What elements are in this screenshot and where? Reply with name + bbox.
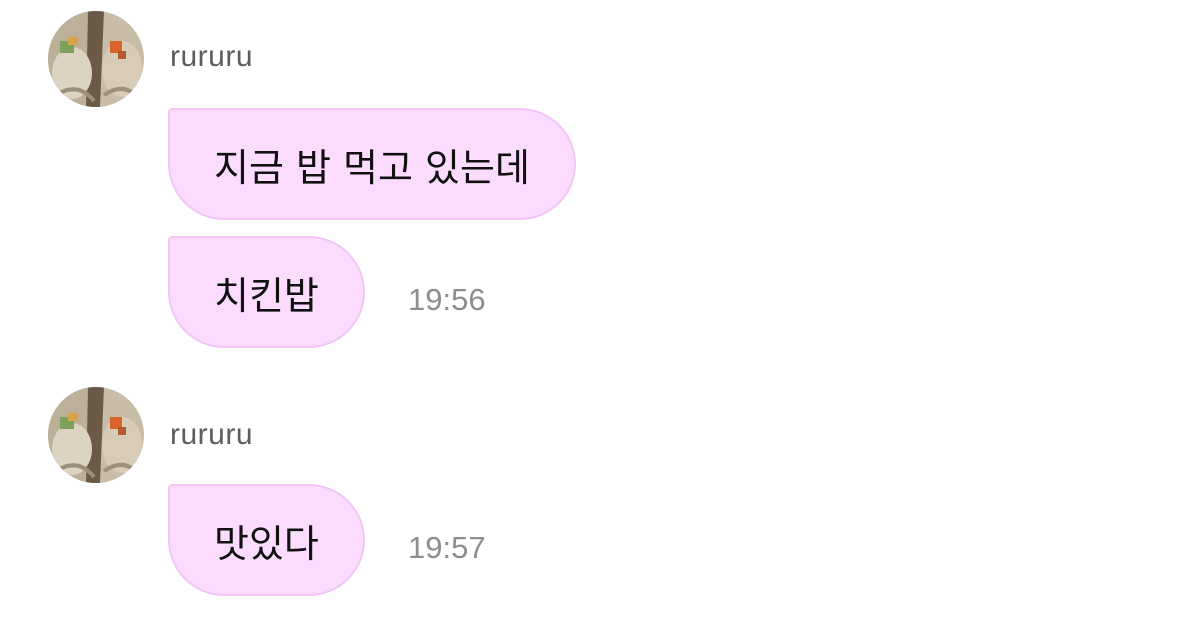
avatar-photo (48, 11, 144, 107)
message-text: 맛있다 (214, 521, 319, 566)
avatar[interactable] (48, 11, 144, 107)
sender-name: rururu (170, 40, 254, 73)
message-text: 치킨밥 (214, 273, 319, 318)
message-bubble[interactable]: 치킨밥 (168, 236, 365, 348)
message-group-1: rururu 지금 밥 먹고 있는데 치킨밥 19:56 (0, 0, 1199, 360)
sender-name: rururu (170, 418, 254, 451)
message-group-2: rururu 맛있다 19:57 (0, 376, 1199, 616)
message-timestamp: 19:56 (408, 282, 486, 317)
message-timestamp: 19:57 (408, 530, 486, 565)
avatar[interactable] (48, 387, 144, 483)
message-bubble[interactable]: 지금 밥 먹고 있는데 (168, 108, 576, 220)
message-text: 지금 밥 먹고 있는데 (214, 145, 530, 190)
avatar-photo (48, 387, 144, 483)
message-bubble[interactable]: 맛있다 (168, 484, 365, 596)
